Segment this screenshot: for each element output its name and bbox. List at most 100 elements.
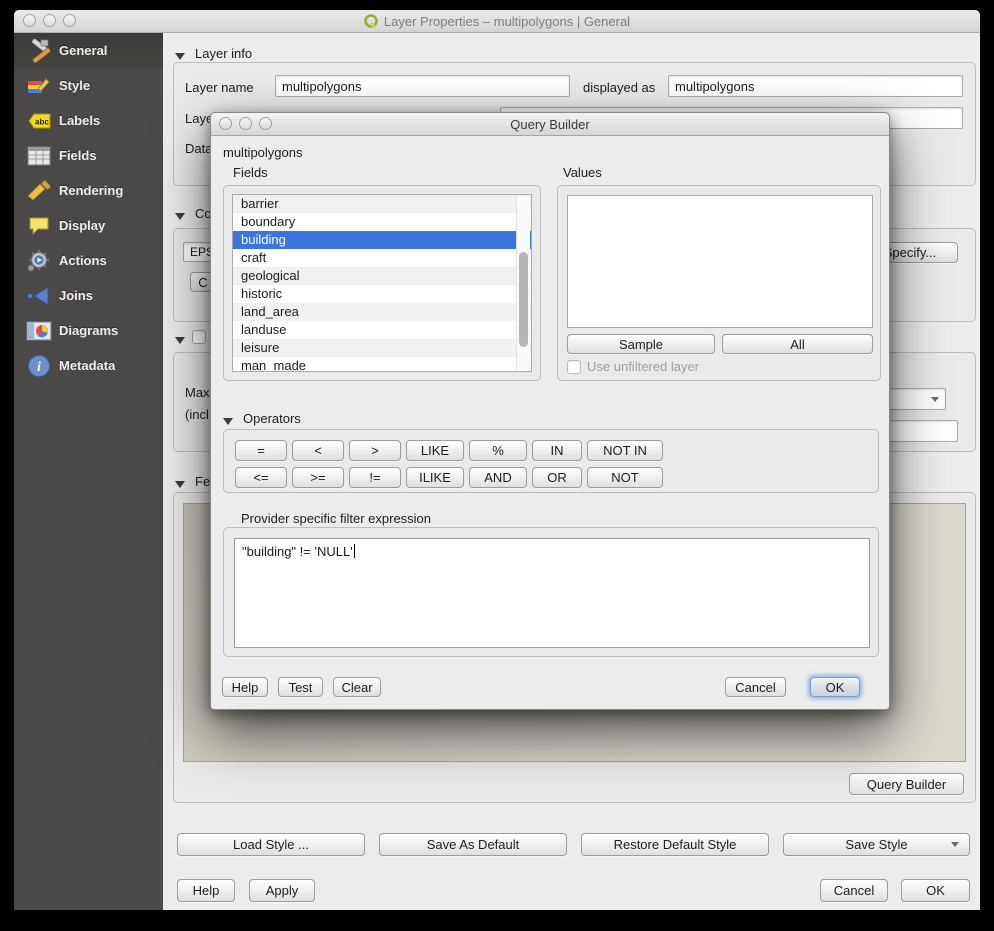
- scale-visibility-checkbox[interactable]: [192, 330, 206, 344]
- sample-button[interactable]: Sample: [567, 334, 715, 354]
- field-row-man_made[interactable]: man_made: [233, 357, 531, 372]
- sidebar-item-label: Diagrams: [59, 323, 118, 338]
- max-scale-label: Max: [185, 385, 210, 400]
- sidebar-item-label: Style: [59, 78, 90, 93]
- operator-button-not-in[interactable]: NOT IN: [587, 440, 663, 461]
- scale-disclosure[interactable]: [175, 332, 185, 347]
- fields-scrollbar[interactable]: [516, 196, 530, 370]
- operators-groupbox: =<>LIKE%INNOT IN <=>=!=ILIKEANDORNOT: [223, 429, 879, 493]
- fields-groupbox: barrierboundarybuildingcraftgeologicalhi…: [223, 185, 541, 381]
- sidebar-item-display[interactable]: Display: [14, 208, 163, 243]
- sidebar-item-actions[interactable]: Actions: [14, 243, 163, 278]
- displayed-as-input[interactable]: multipolygons: [668, 75, 963, 97]
- operator-button-[interactable]: >: [349, 440, 401, 461]
- layer-info-header: Layer info: [195, 46, 252, 61]
- operator-button-[interactable]: !=: [349, 467, 401, 488]
- field-row-craft[interactable]: craft: [233, 249, 531, 267]
- cancel-button[interactable]: Cancel: [820, 879, 888, 902]
- save-as-default-button[interactable]: Save As Default: [379, 833, 567, 856]
- sidebar-item-diagrams[interactable]: Diagrams: [14, 313, 163, 348]
- window-title: Layer Properties – multipolygons | Gener…: [384, 14, 630, 29]
- operator-button-[interactable]: >=: [292, 467, 344, 488]
- operator-button-[interactable]: <: [292, 440, 344, 461]
- operator-button-[interactable]: <=: [235, 467, 287, 488]
- join-arrow-icon: [25, 283, 53, 309]
- operator-button-like[interactable]: LIKE: [406, 440, 464, 461]
- operator-button-or[interactable]: OR: [532, 467, 582, 488]
- query-builder-button[interactable]: Query Builder: [849, 773, 964, 795]
- dialog-titlebar[interactable]: Query Builder: [211, 113, 889, 136]
- field-row-leisure[interactable]: leisure: [233, 339, 531, 357]
- all-button[interactable]: All: [722, 334, 873, 354]
- crs-disclosure[interactable]: [175, 208, 185, 223]
- sidebar-item-label: Rendering: [59, 183, 123, 198]
- sidebar-item-rendering[interactable]: Rendering: [14, 173, 163, 208]
- operator-button-[interactable]: =: [235, 440, 287, 461]
- layer-info-disclosure[interactable]: [175, 48, 185, 63]
- sidebar-item-joins[interactable]: Joins: [14, 278, 163, 313]
- filter-expression-text: "building" != 'NULL': [242, 544, 353, 559]
- layer-source-label: Laye: [185, 111, 213, 126]
- sidebar-item-fields[interactable]: Fields: [14, 138, 163, 173]
- table-icon: [25, 143, 53, 169]
- field-row-boundary[interactable]: boundary: [233, 213, 531, 231]
- dialog-clear-button[interactable]: Clear: [333, 677, 381, 697]
- data-source-encoding-label: Data: [185, 141, 212, 156]
- info-circle-icon: i: [25, 353, 53, 379]
- sidebar-item-labels[interactable]: abcLabels: [14, 103, 163, 138]
- tools-icon: [25, 38, 53, 64]
- features-disclosure[interactable]: [175, 476, 185, 491]
- speech-bubble-icon: [25, 213, 53, 239]
- window-titlebar[interactable]: Layer Properties – multipolygons | Gener…: [14, 10, 980, 33]
- use-unfiltered-label: Use unfiltered layer: [587, 359, 699, 374]
- fields-list[interactable]: barrierboundarybuildingcraftgeologicalhi…: [232, 194, 532, 372]
- field-row-geological[interactable]: geological: [233, 267, 531, 285]
- values-groupbox: Sample All Use unfiltered layer: [557, 185, 881, 381]
- dialog-ok-button[interactable]: OK: [810, 677, 860, 697]
- operators-header: Operators: [243, 411, 301, 426]
- operator-button-ilike[interactable]: ILIKE: [406, 467, 464, 488]
- chart-image-icon: [25, 318, 53, 344]
- svg-text:abc: abc: [35, 117, 49, 126]
- sidebar-item-label: Metadata: [59, 358, 115, 373]
- sidebar-item-label: Actions: [59, 253, 107, 268]
- scrollbar-thumb[interactable]: [519, 252, 528, 347]
- layer-name-input[interactable]: multipolygons: [275, 75, 570, 97]
- gear-play-icon: [25, 248, 53, 274]
- operator-button-[interactable]: %: [469, 440, 527, 461]
- field-row-barrier[interactable]: barrier: [233, 195, 531, 213]
- operator-button-and[interactable]: AND: [469, 467, 527, 488]
- sidebar-item-label: Display: [59, 218, 105, 233]
- chevron-down-icon: [931, 397, 939, 402]
- sidebar-item-general[interactable]: General: [14, 33, 163, 68]
- query-builder-dialog: Query Builder multipolygons Fields barri…: [210, 112, 890, 710]
- sidebar-items: General Style abcLabelsFields Rendering Disp…: [14, 33, 163, 383]
- save-style-button[interactable]: Save Style: [783, 833, 970, 856]
- load-style-button[interactable]: Load Style ...: [177, 833, 365, 856]
- use-unfiltered-checkbox[interactable]: [567, 360, 581, 374]
- sidebar-item-metadata[interactable]: i Metadata: [14, 348, 163, 383]
- dialog-test-button[interactable]: Test: [278, 677, 323, 697]
- field-row-building[interactable]: building: [233, 231, 531, 249]
- filter-expression-textarea[interactable]: "building" != 'NULL': [234, 538, 870, 648]
- operator-button-not[interactable]: NOT: [587, 467, 663, 488]
- operator-button-in[interactable]: IN: [532, 440, 582, 461]
- text-caret: [354, 544, 355, 558]
- values-list[interactable]: [567, 195, 873, 328]
- qgis-icon: [364, 14, 379, 29]
- help-button[interactable]: Help: [177, 879, 235, 902]
- displayed-as-label: displayed as: [583, 80, 655, 95]
- dialog-cancel-button[interactable]: Cancel: [725, 677, 786, 697]
- field-row-land_area[interactable]: land_area: [233, 303, 531, 321]
- apply-button[interactable]: Apply: [249, 879, 315, 902]
- chevron-down-icon: [951, 842, 959, 847]
- restore-default-style-button[interactable]: Restore Default Style: [581, 833, 769, 856]
- operators-disclosure[interactable]: [223, 413, 233, 428]
- field-row-landuse[interactable]: landuse: [233, 321, 531, 339]
- field-row-historic[interactable]: historic: [233, 285, 531, 303]
- filter-expression-label: Provider specific filter expression: [241, 511, 431, 526]
- ok-button[interactable]: OK: [901, 879, 970, 902]
- dialog-help-button[interactable]: Help: [222, 677, 268, 697]
- sidebar-item-style[interactable]: Style: [14, 68, 163, 103]
- inclusive-label: (incl: [185, 407, 209, 422]
